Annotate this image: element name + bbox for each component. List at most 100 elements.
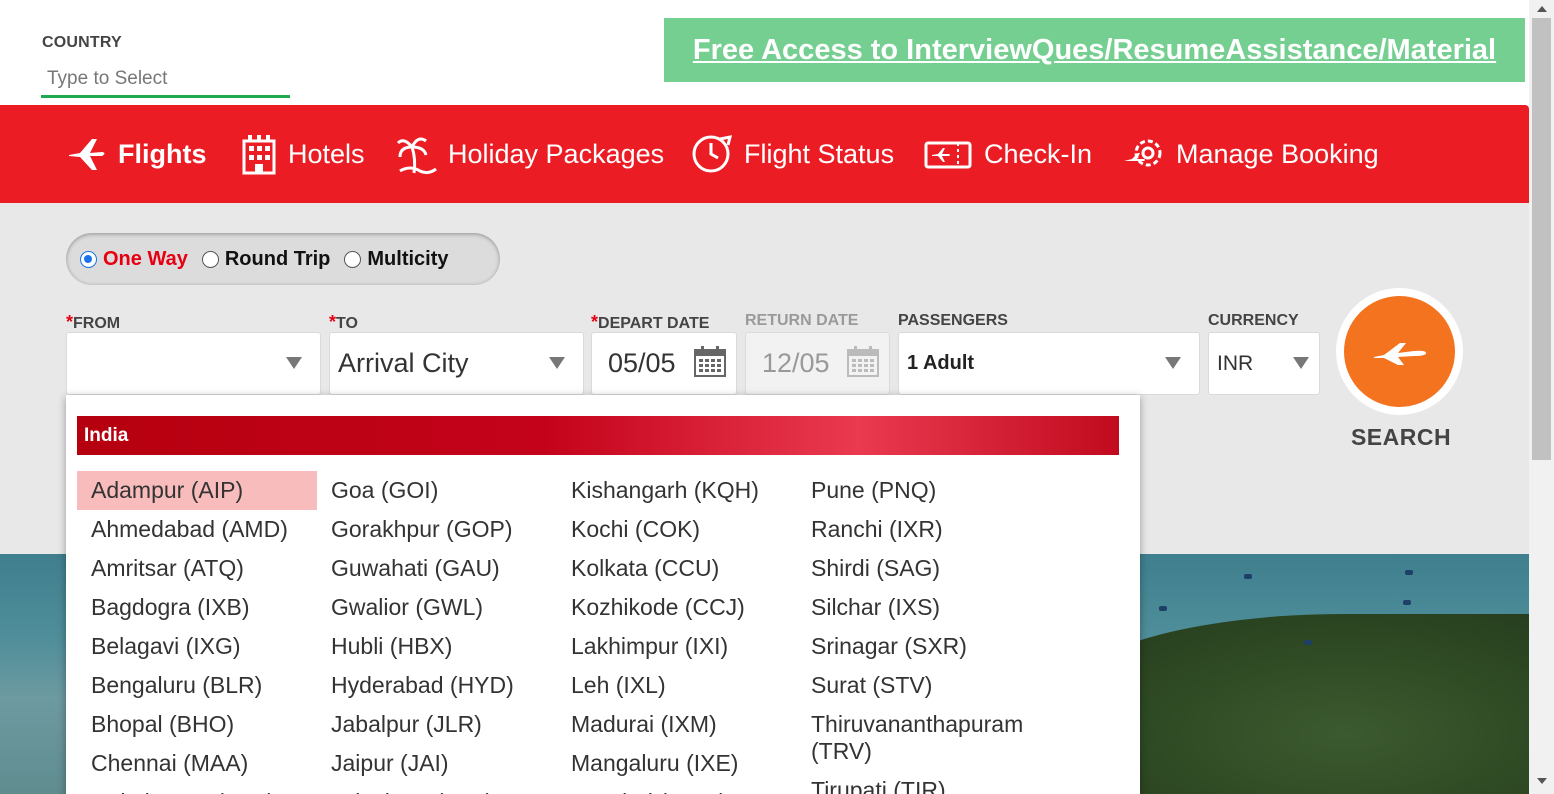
city-column: Goa (GOI) Gorakhpur (GOP) Guwahati (GAU)… xyxy=(317,471,557,794)
nav-manage-booking-label: Manage Booking xyxy=(1176,138,1379,169)
depart-value: 05/05 xyxy=(608,348,676,378)
nav-check-in-label: Check-In xyxy=(984,138,1093,169)
city-column: Adampur (AIP) Ahmedabad (AMD) Amritsar (… xyxy=(77,471,317,794)
multicity-label: Multicity xyxy=(367,247,449,270)
city-option[interactable]: Pune (PNQ) xyxy=(797,471,1037,510)
city-option[interactable]: Jaipur (JAI) xyxy=(317,744,557,783)
city-column: Kishangarh (KQH) Kochi (COK) Kolkata (CC… xyxy=(557,471,797,794)
scroll-thumb[interactable] xyxy=(1532,18,1551,460)
city-option[interactable]: Silchar (IXS) xyxy=(797,588,1037,627)
one-way-label: One Way xyxy=(103,247,188,270)
chevron-down-icon xyxy=(549,357,565,369)
city-option[interactable]: Mumbai (BOM) xyxy=(557,783,797,794)
page-scrollbar[interactable] xyxy=(1529,0,1554,794)
from-label-text: FROM xyxy=(73,315,121,332)
passengers-label: PASSENGERS xyxy=(898,312,1008,329)
depart-date-label: *DEPART DATE xyxy=(591,312,709,333)
city-option[interactable]: Amritsar (ATQ) xyxy=(77,549,317,588)
city-option[interactable]: Hubli (HBX) xyxy=(317,627,557,666)
nav-holiday-packages[interactable]: Holiday Packages xyxy=(396,105,664,203)
city-option[interactable]: Ranchi (IXR) xyxy=(797,510,1037,549)
city-option[interactable]: Leh (IXL) xyxy=(557,666,797,705)
clock-plane-icon xyxy=(692,135,733,173)
passengers-value: 1 Adult xyxy=(907,352,975,374)
nav-flight-status[interactable]: Flight Status xyxy=(690,105,894,203)
city-option[interactable]: Belagavi (IXG) xyxy=(77,627,317,666)
return-date-input[interactable]: 12/05 xyxy=(745,332,890,395)
city-option[interactable]: Guwahati (GAU) xyxy=(317,549,557,588)
search-button[interactable] xyxy=(1344,296,1455,407)
promo-banner: Free Access to InterviewQues/ResumeAssis… xyxy=(664,18,1525,82)
city-option[interactable]: Mangaluru (IXE) xyxy=(557,744,797,783)
search-label: SEARCH xyxy=(1350,424,1452,450)
city-option[interactable]: Gorakhpur (GOP) xyxy=(317,510,557,549)
city-option[interactable]: Gwalior (GWL) xyxy=(317,588,557,627)
city-option[interactable]: Shirdi (SAG) xyxy=(797,549,1037,588)
city-option[interactable]: Bengaluru (BLR) xyxy=(77,666,317,705)
city-option[interactable]: Tirupati (TIR) xyxy=(797,771,1037,794)
trip-one-way[interactable]: One Way xyxy=(80,248,188,271)
city-option[interactable]: Kolkata (CCU) xyxy=(557,549,797,588)
city-option[interactable]: Adampur (AIP) xyxy=(77,471,317,510)
depart-label-text: DEPART DATE xyxy=(598,315,710,332)
city-option[interactable]: Kishangarh (KQH) xyxy=(557,471,797,510)
multicity-radio[interactable] xyxy=(344,250,362,268)
return-value: 12/05 xyxy=(762,348,830,378)
city-option[interactable]: Kozhikode (CCJ) xyxy=(557,588,797,627)
to-select[interactable]: Arrival City xyxy=(329,332,584,395)
region-header: India xyxy=(77,416,1119,455)
city-option[interactable]: Kochi (COK) xyxy=(557,510,797,549)
boat xyxy=(1159,606,1167,611)
boat xyxy=(1244,574,1252,579)
country-label: COUNTRY xyxy=(42,34,122,51)
city-option[interactable]: Ahmedabad (AMD) xyxy=(77,510,317,549)
city-option[interactable]: Bagdogra (IXB) xyxy=(77,588,317,627)
round-trip-radio[interactable] xyxy=(201,250,219,268)
city-option[interactable]: Surat (STV) xyxy=(797,666,1037,705)
nav-flights[interactable]: Flights xyxy=(66,105,207,203)
nav-hotels-label: Hotels xyxy=(288,138,365,169)
palm-tree-icon xyxy=(396,137,437,175)
city-column: Pune (PNQ) Ranchi (IXR) Shirdi (SAG) Sil… xyxy=(797,471,1037,794)
main-nav: Flights Hotels Holiday Packages Flight S… xyxy=(0,105,1529,203)
city-option[interactable]: Hyderabad (HYD) xyxy=(317,666,557,705)
calendar-icon[interactable] xyxy=(694,345,726,377)
city-option[interactable]: Madurai (IXM) xyxy=(557,705,797,744)
nav-flights-label: Flights xyxy=(118,138,207,169)
currency-value: INR xyxy=(1217,351,1254,375)
nav-holiday-packages-label: Holiday Packages xyxy=(448,138,665,169)
round-trip-label: Round Trip xyxy=(224,247,331,270)
city-option[interactable]: Jabalpur (JLR) xyxy=(317,705,557,744)
trip-multicity[interactable]: Multicity xyxy=(344,247,449,271)
depart-date-input[interactable]: 05/05 xyxy=(591,332,737,395)
scroll-up-arrow-icon[interactable] xyxy=(1537,6,1547,12)
city-option[interactable]: Goa (GOI) xyxy=(317,471,557,510)
trip-round-trip[interactable]: Round Trip xyxy=(201,247,331,271)
city-option[interactable]: Jaisalmer (JSA) xyxy=(317,783,557,794)
city-option[interactable]: Coimbatore (CJB) xyxy=(77,783,317,794)
city-option[interactable]: Bhopal (BHO) xyxy=(77,705,317,744)
city-option[interactable]: Thiruvananthapuram (TRV) xyxy=(797,705,1037,771)
city-option[interactable]: Srinagar (SXR) xyxy=(797,627,1037,666)
one-way-radio[interactable] xyxy=(80,250,97,268)
scroll-down-arrow-icon[interactable] xyxy=(1537,778,1547,784)
promo-link[interactable]: Free Access to InterviewQues/ResumeAssis… xyxy=(693,34,1496,67)
passengers-select[interactable]: 1 Adult xyxy=(898,332,1200,395)
nav-hotels[interactable]: Hotels xyxy=(240,105,365,203)
from-select[interactable] xyxy=(66,332,321,395)
nav-check-in[interactable]: Check-In xyxy=(924,105,1092,203)
city-option[interactable]: Lakhimpur (IXI) xyxy=(557,627,797,666)
required-mark: * xyxy=(329,312,337,332)
country-input[interactable] xyxy=(41,62,290,98)
chevron-down-icon xyxy=(1165,357,1181,369)
chevron-down-icon xyxy=(286,357,302,369)
currency-select[interactable]: INR xyxy=(1208,332,1320,395)
calendar-icon[interactable] xyxy=(847,345,879,377)
trip-type-toggle: One Way Round Trip Multicity xyxy=(66,233,500,285)
nav-manage-booking[interactable]: Manage Booking xyxy=(1122,105,1379,203)
from-label: *FROM xyxy=(66,312,120,333)
to-label: *TO xyxy=(329,312,358,333)
boat xyxy=(1304,640,1312,645)
to-label-text: TO xyxy=(336,315,358,332)
city-option[interactable]: Chennai (MAA) xyxy=(77,744,317,783)
